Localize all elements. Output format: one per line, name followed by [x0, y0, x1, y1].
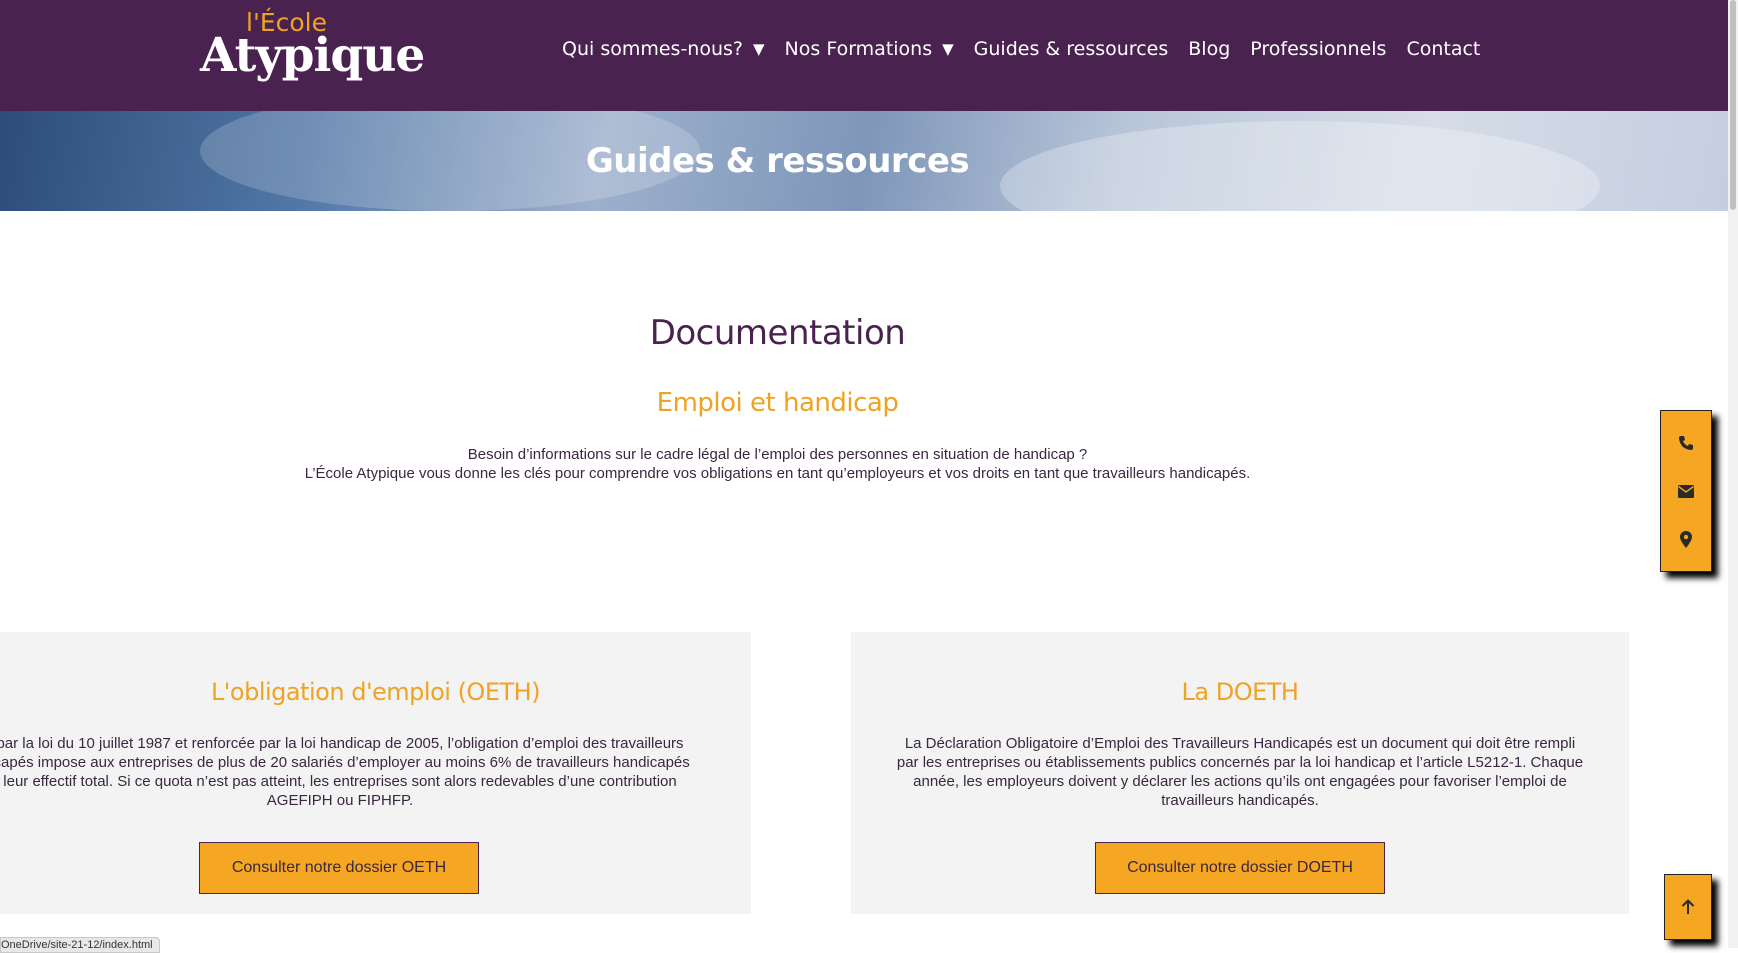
nav-item-blog[interactable]: Blog — [1188, 38, 1230, 60]
nav-item-professionnels[interactable]: Professionnels — [1250, 38, 1386, 60]
phone-icon[interactable] — [1661, 419, 1711, 467]
intro-line: L’École Atypique vous donne les clés pou… — [304, 465, 1251, 482]
card-line: par les entreprises ou établissements pu… — [896, 754, 1584, 771]
intro-line: Besoin d’informations sur le cadre légal… — [467, 446, 1088, 463]
card-line: travailleurs handicapés. — [1161, 792, 1319, 809]
status-bar-url: OneDrive/site-21-12/index.html — [0, 937, 160, 953]
oeth-dossier-button[interactable]: Consulter notre dossier OETH — [199, 842, 479, 894]
card-title: La DOETH — [1181, 678, 1299, 706]
page-banner: Guides & ressources — [0, 111, 1728, 211]
nav-label: Qui sommes-nous? — [562, 38, 743, 60]
nav-item-guides-ressources[interactable]: Guides & ressources — [974, 38, 1169, 60]
section-title: Documentation — [649, 313, 906, 353]
envelope-icon[interactable] — [1661, 467, 1711, 515]
card-line: par la loi du 10 juillet 1987 et renforc… — [0, 735, 684, 752]
logo-main-text: Atypique — [200, 28, 425, 83]
caret-down-icon: ▼ — [942, 40, 954, 58]
card-line: icapés impose aux entreprises de plus de… — [0, 754, 690, 771]
page-title: Guides & ressources — [585, 141, 970, 181]
card-title: L'obligation d'emploi (OETH) — [210, 678, 541, 706]
card-doeth: La DOETH La Déclaration Obligatoire d’Em… — [851, 632, 1629, 914]
card-oeth: L'obligation d'emploi (OETH) par la loi … — [0, 632, 751, 914]
site-header: l'École Atypique Qui sommes-nous? ▼ Nos … — [0, 0, 1728, 111]
card-line: année, les employeurs doivent y déclarer… — [913, 773, 1567, 790]
page-scrollbar[interactable] — [1728, 0, 1738, 948]
scrollbar-thumb[interactable] — [1730, 0, 1736, 210]
back-to-top-button[interactable] — [1664, 874, 1712, 940]
section-subtitle: Emploi et handicap — [656, 388, 899, 418]
card-line: AGEFIPH ou FIPHFP. — [266, 792, 414, 809]
doeth-dossier-button[interactable]: Consulter notre dossier DOETH — [1095, 842, 1385, 894]
card-text: La Déclaration Obligatoire d’Emploi des … — [881, 734, 1599, 810]
nav-item-qui-sommes-nous[interactable]: Qui sommes-nous? ▼ — [562, 38, 765, 60]
card-line: leur effectif total. Si ce quota n’est p… — [3, 773, 677, 790]
site-logo[interactable]: l'École Atypique — [200, 6, 425, 94]
nav-label: Contact — [1406, 38, 1481, 60]
arrow-up-icon — [1681, 899, 1695, 914]
nav-label: Professionnels — [1250, 38, 1387, 60]
nav-label: Guides & ressources — [973, 38, 1169, 60]
card-text: par la loi du 10 juillet 1987 et renforc… — [0, 734, 740, 810]
nav-item-contact[interactable]: Contact — [1406, 38, 1480, 60]
nav-item-nos-formations[interactable]: Nos Formations ▼ — [785, 38, 954, 60]
nav-label: Blog — [1188, 38, 1231, 60]
map-marker-icon[interactable] — [1661, 515, 1711, 563]
contact-widget — [1660, 410, 1712, 572]
intro-text: Besoin d’informations sur le cadre légal… — [0, 445, 1555, 483]
main-nav: Qui sommes-nous? ▼ Nos Formations ▼ Guid… — [562, 38, 1500, 60]
caret-down-icon: ▼ — [753, 40, 765, 58]
nav-label: Nos Formations — [784, 38, 933, 60]
card-line: La Déclaration Obligatoire d’Emploi des … — [904, 735, 1576, 752]
